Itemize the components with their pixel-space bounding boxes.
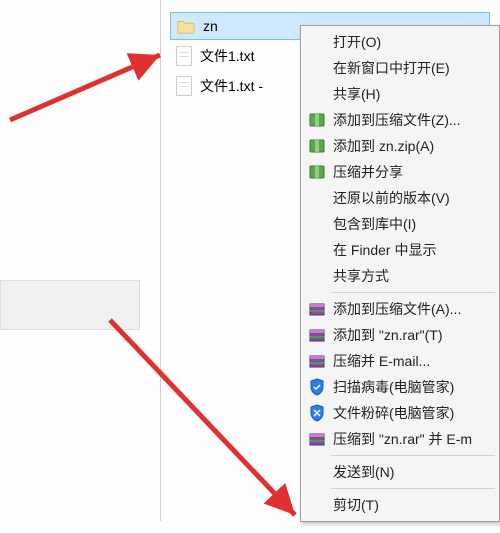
menu-label: 压缩并分享	[333, 162, 403, 182]
blank-icon	[307, 59, 327, 77]
menu-label: 包含到库中(I)	[333, 214, 416, 234]
archive-icon	[307, 163, 327, 181]
menu-show-in-finder[interactable]: 在 Finder 中显示	[303, 237, 497, 263]
menu-label: 文件粉碎(电脑管家)	[333, 403, 454, 423]
menu-open-new-window[interactable]: 在新窗口中打开(E)	[303, 55, 497, 81]
shield-icon	[307, 404, 327, 422]
menu-label: 发送到(N)	[333, 462, 394, 482]
menu-open[interactable]: 打开(O)	[303, 29, 497, 55]
folder-icon	[177, 17, 195, 35]
menu-restore-previous[interactable]: 还原以前的版本(V)	[303, 185, 497, 211]
shield-icon	[307, 378, 327, 396]
blank-icon	[307, 496, 327, 514]
panel-separator	[160, 0, 161, 521]
menu-share-methods[interactable]: 共享方式	[303, 263, 497, 289]
blank-icon	[307, 33, 327, 51]
blank-icon	[307, 85, 327, 103]
file-label: 文件1.txt -	[200, 76, 263, 96]
menu-label: 共享方式	[333, 266, 389, 286]
menu-label: 添加到压缩文件(A)...	[333, 299, 461, 319]
menu-compress-share[interactable]: 压缩并分享	[303, 159, 497, 185]
menu-add-to-archive[interactable]: 添加到压缩文件(Z)...	[303, 107, 497, 133]
menu-include-library[interactable]: 包含到库中(I)	[303, 211, 497, 237]
rar-icon	[307, 300, 327, 318]
menu-label: 添加到压缩文件(Z)...	[333, 110, 461, 130]
menu-label: 共享(H)	[333, 84, 380, 104]
menu-send-to[interactable]: 发送到(N)	[303, 459, 497, 485]
menu-label: 添加到 "zn.rar"(T)	[333, 325, 443, 345]
menu-file-shred[interactable]: 文件粉碎(电脑管家)	[303, 400, 497, 426]
menu-label: 压缩到 "zn.rar" 并 E-m	[333, 429, 472, 449]
menu-label: 打开(O)	[333, 32, 381, 52]
blank-icon	[307, 215, 327, 233]
menu-cut[interactable]: 剪切(T)	[303, 492, 497, 518]
menu-separator	[331, 292, 495, 293]
file-label: 文件1.txt	[200, 46, 254, 66]
blank-icon	[307, 189, 327, 207]
menu-label: 扫描病毒(电脑管家)	[333, 377, 454, 397]
rar-icon	[307, 326, 327, 344]
blank-icon	[307, 463, 327, 481]
menu-rar-email[interactable]: 压缩并 E-mail...	[303, 348, 497, 374]
menu-label: 压缩并 E-mail...	[333, 351, 430, 371]
text-file-icon	[176, 76, 192, 96]
archive-icon	[307, 137, 327, 155]
menu-separator	[331, 455, 495, 456]
menu-rar-email-named[interactable]: 压缩到 "zn.rar" 并 E-m	[303, 426, 497, 452]
left-panel-fragment	[0, 280, 140, 330]
menu-label: 在新窗口中打开(E)	[333, 58, 450, 78]
menu-label: 在 Finder 中显示	[333, 240, 436, 260]
archive-icon	[307, 111, 327, 129]
annotation-arrow-top	[0, 0, 180, 123]
text-file-icon	[176, 46, 192, 66]
blank-icon	[307, 241, 327, 259]
menu-share-h[interactable]: 共享(H)	[303, 81, 497, 107]
menu-scan-virus[interactable]: 扫描病毒(电脑管家)	[303, 374, 497, 400]
menu-label: 添加到 zn.zip(A)	[333, 136, 434, 156]
annotation-arrow-bottom	[100, 310, 320, 533]
context-menu: 打开(O) 在新窗口中打开(E) 共享(H) 添加到压缩文件(Z)... 添加到…	[300, 25, 500, 522]
menu-rar-add-named[interactable]: 添加到 "zn.rar"(T)	[303, 322, 497, 348]
folder-label: zn	[203, 18, 218, 34]
blank-icon	[307, 267, 327, 285]
menu-label: 剪切(T)	[333, 495, 379, 515]
menu-separator	[331, 488, 495, 489]
rar-icon	[307, 352, 327, 370]
rar-icon	[307, 430, 327, 448]
menu-add-to-named-zip[interactable]: 添加到 zn.zip(A)	[303, 133, 497, 159]
menu-rar-add[interactable]: 添加到压缩文件(A)...	[303, 296, 497, 322]
menu-label: 还原以前的版本(V)	[333, 188, 450, 208]
